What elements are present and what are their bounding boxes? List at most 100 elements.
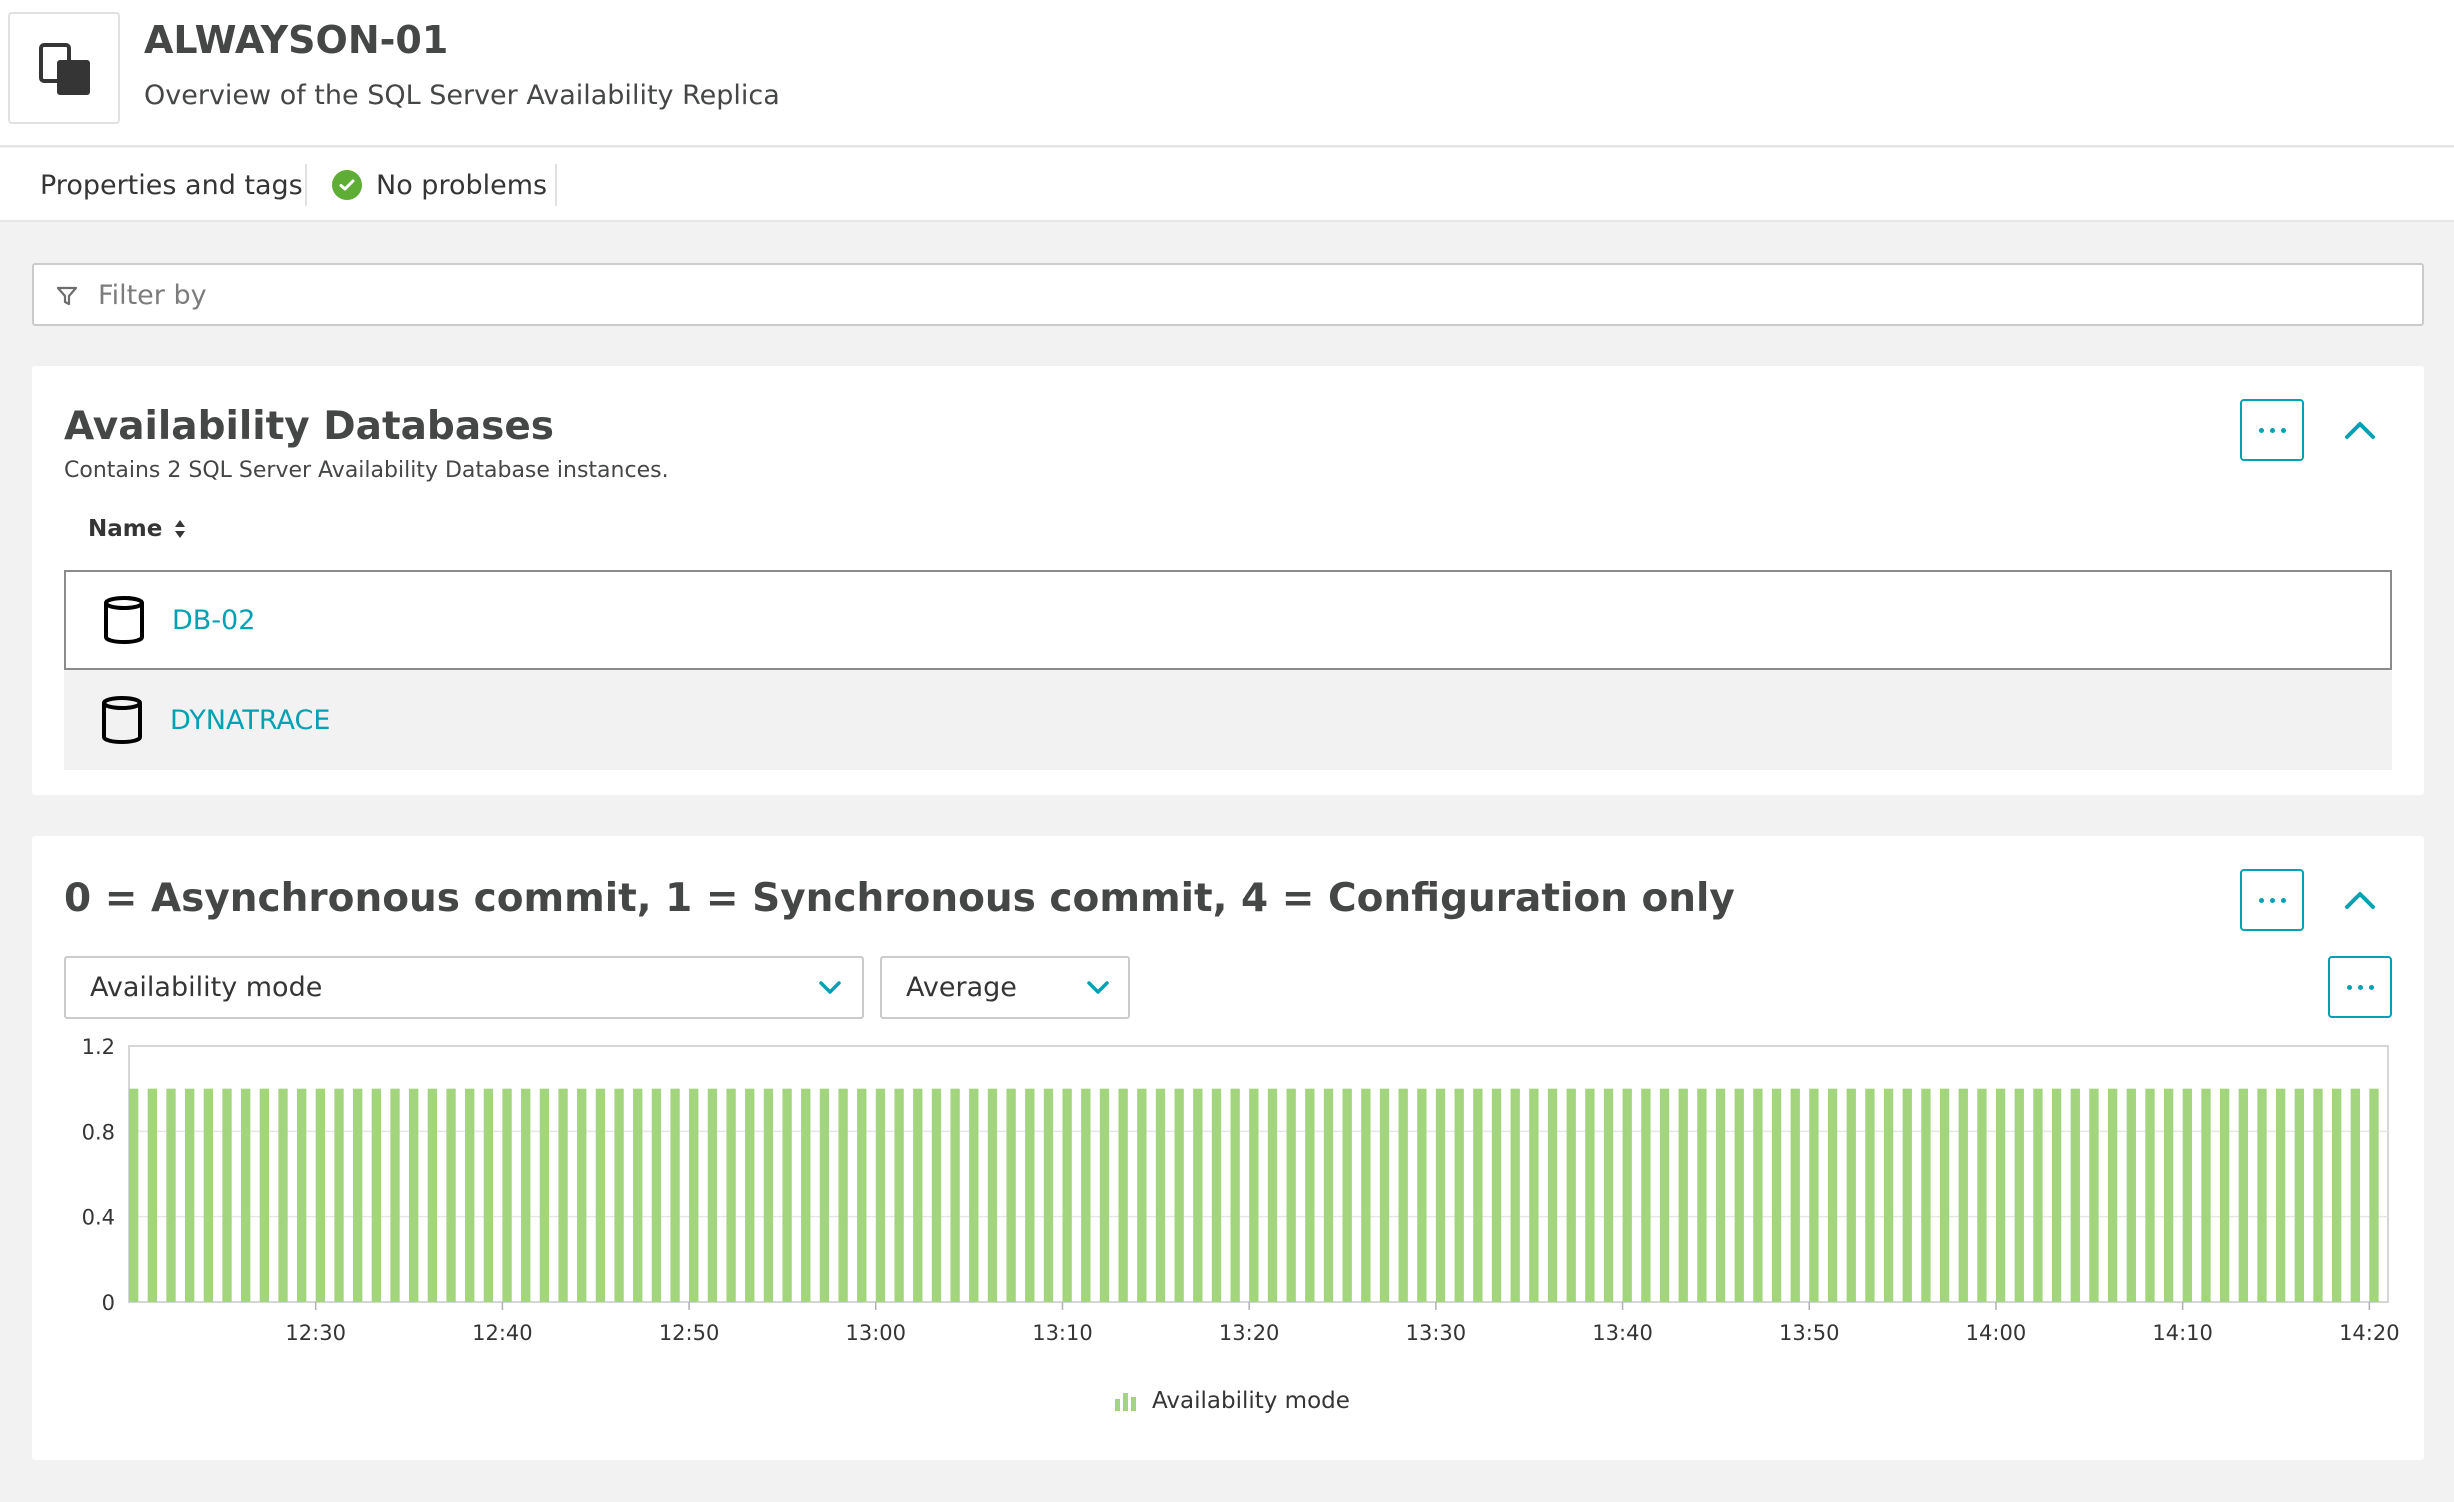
chart-bar bbox=[259, 1088, 270, 1302]
chart-bar bbox=[763, 1088, 774, 1302]
chart-bar bbox=[2014, 1088, 2024, 1302]
x-tick-label: 13:20 bbox=[1219, 1321, 1280, 1345]
chevron-up-icon bbox=[2345, 422, 2375, 439]
entity-header: ALWAYSON-01 Overview of the SQL Server A… bbox=[0, 0, 2454, 147]
chart-bar bbox=[1566, 1088, 1576, 1302]
chart-bar bbox=[2331, 1088, 2342, 1302]
chart-bar bbox=[1267, 1088, 1278, 1302]
dot bbox=[2346, 984, 2352, 990]
tab-divider bbox=[555, 164, 557, 206]
tab-divider bbox=[305, 164, 307, 206]
chart-legend[interactable]: Availability mode bbox=[1114, 1388, 1350, 1414]
chart-bar bbox=[147, 1088, 158, 1302]
chart-bar bbox=[483, 1088, 494, 1302]
metric-select[interactable]: Availability mode bbox=[64, 956, 864, 1019]
x-tick-label: 12:40 bbox=[472, 1321, 533, 1345]
metric-select-value: Availability mode bbox=[90, 972, 323, 1003]
filter-bar bbox=[32, 263, 2424, 326]
chart-bar bbox=[1006, 1088, 1016, 1302]
x-tick-label: 12:30 bbox=[285, 1321, 346, 1345]
chart-bar bbox=[2369, 1088, 2379, 1302]
filter-input[interactable] bbox=[98, 273, 2398, 317]
collapse-button[interactable] bbox=[2340, 410, 2380, 450]
more-actions-button[interactable] bbox=[2240, 869, 2304, 931]
availability-databases-card: Availability Databases Contains 2 SQL Se… bbox=[32, 366, 2424, 795]
chart-bar bbox=[1473, 1088, 1483, 1302]
chart-bar bbox=[1417, 1088, 1427, 1302]
bar-chart-icon bbox=[1115, 1393, 1136, 1411]
dot bbox=[2357, 984, 2363, 990]
chart-bar bbox=[1323, 1088, 1334, 1302]
chart-bar bbox=[1361, 1088, 1371, 1302]
chart-bar bbox=[1342, 1088, 1352, 1302]
chart-bar bbox=[782, 1088, 792, 1302]
database-icon bbox=[102, 696, 142, 745]
chart-bar bbox=[1827, 1088, 1838, 1302]
chart-more-actions-button[interactable] bbox=[2328, 956, 2392, 1018]
chart-bar bbox=[1846, 1088, 1856, 1302]
chart-bar bbox=[1715, 1088, 1726, 1302]
chart-bar bbox=[950, 1088, 960, 1302]
chart-bar bbox=[1809, 1088, 1819, 1302]
sort-icon bbox=[175, 520, 186, 538]
chart-bar bbox=[1118, 1088, 1128, 1302]
x-tick-label: 13:00 bbox=[846, 1321, 907, 1345]
dot bbox=[2258, 897, 2264, 903]
chart-bar bbox=[2163, 1088, 2174, 1302]
chart-bar bbox=[166, 1088, 176, 1302]
chart-bar bbox=[1230, 1088, 1240, 1302]
chart-bar bbox=[2313, 1088, 2323, 1302]
table-row[interactable]: DYNATRACE bbox=[64, 670, 2392, 770]
chart-bar bbox=[2350, 1088, 2360, 1302]
chart-bar bbox=[1753, 1088, 1763, 1302]
chart-bar bbox=[2201, 1088, 2211, 1302]
chart-bar bbox=[651, 1088, 662, 1302]
legend-label: Availability mode bbox=[1152, 1388, 1350, 1414]
x-tick-label: 13:50 bbox=[1779, 1321, 1840, 1345]
dot bbox=[2368, 984, 2374, 990]
chart-bar bbox=[595, 1088, 606, 1302]
chart-bar bbox=[1286, 1088, 1296, 1302]
chart-bar bbox=[1585, 1088, 1595, 1302]
chart-bar bbox=[707, 1088, 718, 1302]
chart-bar bbox=[987, 1088, 998, 1302]
chart-bar bbox=[334, 1088, 344, 1302]
chart-bar bbox=[1249, 1088, 1259, 1302]
database-link[interactable]: DYNATRACE bbox=[170, 705, 330, 736]
name-column-header[interactable]: Name bbox=[88, 516, 186, 542]
collapse-button[interactable] bbox=[2340, 880, 2380, 920]
chart-bar bbox=[1734, 1088, 1744, 1302]
entity-tabbar: Properties and tags No problems bbox=[0, 148, 2454, 222]
chart-bar bbox=[315, 1088, 326, 1302]
chart-bar bbox=[931, 1088, 942, 1302]
chart-bar bbox=[819, 1088, 830, 1302]
aggregation-select[interactable]: Average bbox=[880, 956, 1130, 1019]
chart-bar bbox=[2033, 1088, 2043, 1302]
dot bbox=[2280, 897, 2286, 903]
x-tick-label: 14:10 bbox=[2152, 1321, 2213, 1345]
y-tick-label: 0 bbox=[102, 1291, 115, 1315]
chart-bar bbox=[1379, 1088, 1390, 1302]
chart-bar bbox=[1137, 1088, 1147, 1302]
chart-bar bbox=[1865, 1088, 1875, 1302]
chart-bar bbox=[2145, 1088, 2155, 1302]
chart-bar bbox=[1305, 1088, 1315, 1302]
chart-bar bbox=[1995, 1088, 2006, 1302]
properties-and-tags-tab[interactable]: Properties and tags bbox=[40, 148, 303, 222]
chart-bar bbox=[1062, 1088, 1072, 1302]
chart-bar bbox=[539, 1088, 550, 1302]
database-link[interactable]: DB-02 bbox=[172, 605, 255, 636]
chart-bar bbox=[1659, 1088, 1670, 1302]
chart-bar bbox=[297, 1088, 307, 1302]
chart-bar bbox=[2257, 1088, 2267, 1302]
problems-tab[interactable]: No problems bbox=[332, 148, 547, 222]
chart-bar bbox=[2182, 1088, 2192, 1302]
chart-bar bbox=[1155, 1088, 1166, 1302]
database-icon bbox=[104, 596, 144, 645]
card-title: Availability Databases bbox=[64, 404, 555, 449]
table-row[interactable]: DB-02 bbox=[64, 570, 2392, 670]
chart-card-title: 0 = Asynchronous commit, 1 = Synchronous… bbox=[64, 876, 1735, 921]
x-tick-label: 14:00 bbox=[1966, 1321, 2027, 1345]
more-actions-button[interactable] bbox=[2240, 399, 2304, 461]
chart-bar bbox=[521, 1088, 531, 1302]
